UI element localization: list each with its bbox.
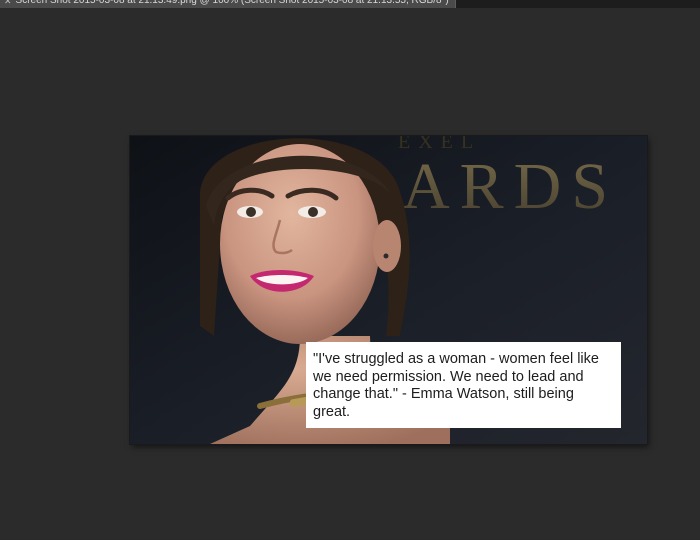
close-icon[interactable]: ✕ bbox=[4, 0, 12, 8]
document-tab[interactable]: ✕ Screen Shot 2015-03-08 at 21.13.49.png… bbox=[0, 0, 456, 8]
document-canvas[interactable]: EXEL ARDS "I've struggled as a woman - w… bbox=[130, 136, 647, 444]
document-tab-bar: ✕ Screen Shot 2015-03-08 at 21.13.49.png… bbox=[0, 0, 700, 8]
canvas-workspace[interactable]: EXEL ARDS "I've struggled as a woman - w… bbox=[0, 8, 700, 540]
quote-caption: "I've struggled as a woman - women feel … bbox=[306, 342, 621, 428]
document-tab-title: Screen Shot 2015-03-08 at 21.13.49.png @… bbox=[15, 0, 449, 6]
backdrop-text: ARDS bbox=[402, 150, 618, 223]
